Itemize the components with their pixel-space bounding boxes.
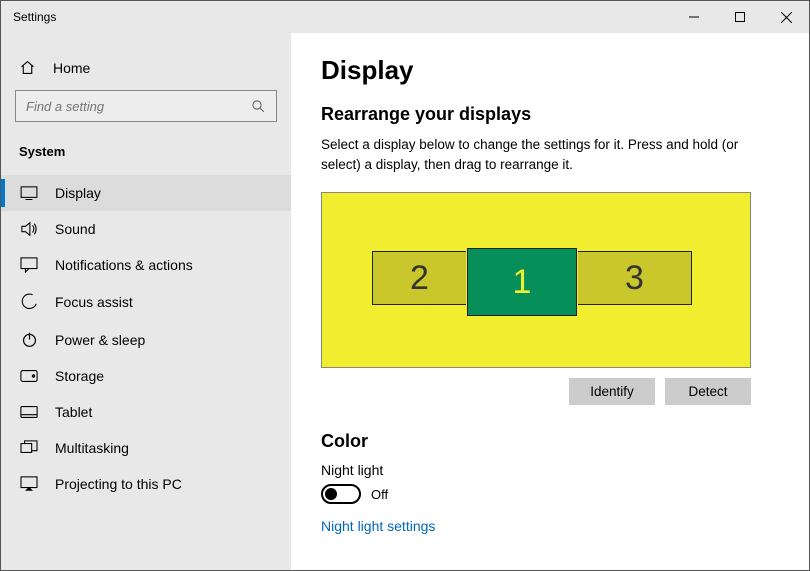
detect-button[interactable]: Detect — [665, 378, 751, 405]
multitasking-icon — [19, 440, 39, 456]
nav-label: Storage — [55, 368, 104, 384]
main-panel: Display Rearrange your displays Select a… — [291, 33, 809, 570]
arrangement-buttons: Identify Detect — [321, 378, 751, 405]
nav-label: Focus assist — [55, 294, 133, 310]
rearrange-help: Select a display below to change the set… — [321, 135, 751, 174]
notifications-icon — [19, 257, 39, 273]
search-icon — [251, 99, 266, 114]
nav-focus-assist[interactable]: Focus assist — [1, 283, 291, 321]
monitor-3[interactable]: 3 — [578, 251, 692, 305]
monitor-2[interactable]: 2 — [372, 251, 466, 305]
nav-sound[interactable]: Sound — [1, 211, 291, 247]
nav-label: Display — [55, 185, 101, 201]
nav-label: Projecting to this PC — [55, 476, 182, 492]
nav-label: Notifications & actions — [55, 257, 193, 273]
nav-notifications[interactable]: Notifications & actions — [1, 247, 291, 283]
minimize-button[interactable] — [671, 1, 717, 33]
nav-list: Display Sound Notifications & actions Fo… — [1, 175, 291, 502]
night-light-label: Night light — [321, 462, 779, 478]
nav-multitasking[interactable]: Multitasking — [1, 430, 291, 466]
nav-label: Power & sleep — [55, 332, 145, 348]
sidebar: Home System Display Sound — [1, 33, 291, 570]
window-controls — [671, 1, 809, 33]
nav-storage[interactable]: Storage — [1, 358, 291, 394]
nav-projecting[interactable]: Projecting to this PC — [1, 466, 291, 502]
display-arrangement-canvas[interactable]: 2 3 1 — [321, 192, 751, 368]
projecting-icon — [19, 476, 39, 492]
night-light-settings-link[interactable]: Night light settings — [321, 518, 435, 534]
nav-label: Sound — [55, 221, 95, 237]
monitor-1[interactable]: 1 — [467, 248, 577, 316]
nav-display[interactable]: Display — [1, 175, 291, 211]
maximize-button[interactable] — [717, 1, 763, 33]
power-icon — [19, 331, 39, 348]
sound-icon — [19, 221, 39, 237]
tablet-icon — [19, 405, 39, 419]
window-title: Settings — [13, 10, 56, 24]
nav-label: Multitasking — [55, 440, 129, 456]
night-light-state: Off — [371, 487, 388, 502]
search-input[interactable] — [26, 99, 251, 114]
nav-label: Tablet — [55, 404, 92, 420]
color-heading: Color — [321, 431, 779, 452]
rearrange-heading: Rearrange your displays — [321, 104, 779, 125]
sidebar-section-label: System — [1, 134, 291, 165]
close-button[interactable] — [763, 1, 809, 33]
title-bar: Settings — [1, 1, 809, 33]
page-title: Display — [321, 55, 779, 86]
home-label: Home — [53, 60, 90, 76]
home-icon — [19, 59, 39, 76]
focus-assist-icon — [19, 293, 39, 311]
nav-tablet[interactable]: Tablet — [1, 394, 291, 430]
home-link[interactable]: Home — [1, 51, 291, 90]
identify-button[interactable]: Identify — [569, 378, 655, 405]
search-box[interactable] — [15, 90, 277, 122]
nav-power-sleep[interactable]: Power & sleep — [1, 321, 291, 358]
display-icon — [19, 186, 39, 200]
night-light-toggle[interactable] — [321, 484, 361, 504]
storage-icon — [19, 369, 39, 383]
